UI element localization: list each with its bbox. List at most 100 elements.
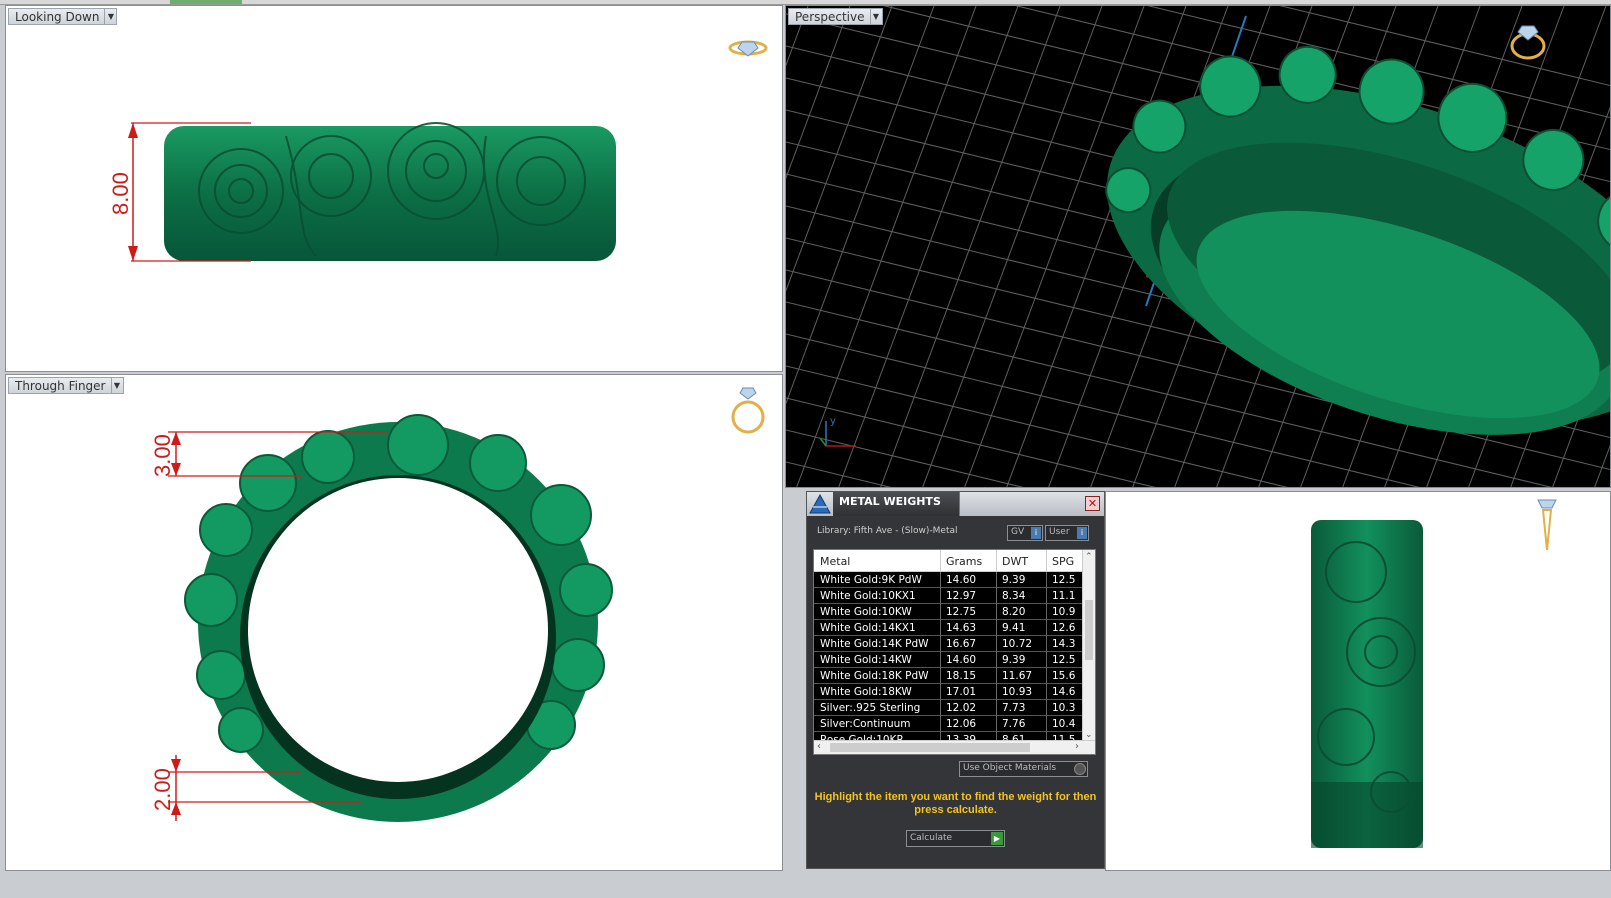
- column-header-grams[interactable]: Grams: [946, 555, 982, 568]
- dimension-label-bottom: 2.00: [150, 768, 175, 811]
- cell-grams: 12.97: [946, 590, 977, 602]
- table-row[interactable]: White Gold:14KW 14.60 9.39 12.5: [814, 652, 1084, 668]
- cell-spg: 14.3: [1052, 638, 1076, 650]
- cell-metal: White Gold:18K PdW: [820, 670, 929, 682]
- cell-spg: 14.6: [1052, 686, 1076, 698]
- scroll-down-icon[interactable]: ⌄: [1085, 730, 1093, 740]
- chevron-down-icon[interactable]: ▼: [869, 9, 882, 24]
- cell-metal: White Gold:14K PdW: [820, 638, 929, 650]
- viewport-through-finger[interactable]: Through Finger ▼ 3.00 2.00: [5, 374, 783, 871]
- cell-metal: White Gold:10KX1: [820, 590, 916, 602]
- cell-metal: White Gold:10KW: [820, 606, 912, 618]
- ring-side-icon: [1537, 499, 1557, 551]
- ring-diamond-icon: [728, 40, 768, 57]
- scroll-thumb[interactable]: [830, 743, 1030, 752]
- viewport-label-text: Through Finger: [15, 378, 106, 393]
- info-icon: i: [1031, 527, 1041, 539]
- table-rows: White Gold:9K PdW 14.60 9.39 12.5 White Gold…: [814, 572, 1084, 748]
- perspective-scene: y: [786, 6, 1610, 487]
- user-button[interactable]: User i: [1045, 525, 1089, 541]
- close-icon[interactable]: ✕: [1085, 496, 1100, 511]
- cell-metal: Silver:.925 Sterling: [820, 702, 921, 714]
- use-object-materials-toggle[interactable]: Use Object Materials: [959, 761, 1088, 777]
- chevron-down-icon[interactable]: ▼: [110, 378, 123, 393]
- ring-front-icon: [731, 387, 765, 434]
- table-row[interactable]: White Gold:10KW 12.75 8.20 10.9: [814, 604, 1084, 620]
- ring-front-view: 3.00 2.00: [150, 387, 765, 822]
- active-tab-indicator[interactable]: [170, 0, 242, 4]
- metal-weights-title: METAL WEIGHTS: [833, 492, 960, 516]
- dimension-label-top: 3.00: [150, 434, 175, 477]
- cell-grams: 12.06: [946, 718, 977, 730]
- cell-metal: White Gold:18KW: [820, 686, 912, 698]
- horizontal-scrollbar[interactable]: ‹ ›: [814, 740, 1095, 754]
- cell-grams: 12.02: [946, 702, 977, 714]
- scroll-left-icon[interactable]: ‹: [817, 741, 821, 752]
- cell-metal: White Gold:14KX1: [820, 622, 916, 634]
- cell-dwt: 7.73: [1002, 702, 1026, 714]
- viewport-side[interactable]: [1105, 491, 1611, 871]
- viewport-label[interactable]: Perspective ▼: [788, 8, 883, 25]
- table-row[interactable]: White Gold:14KX1 14.63 9.41 12.6: [814, 620, 1084, 636]
- library-label: Library: Fifth Ave - (Slow)-Metal: [817, 526, 958, 536]
- cell-dwt: 10.93: [1002, 686, 1033, 698]
- matrix-logo-icon: [809, 494, 831, 514]
- viewport-label[interactable]: Through Finger ▼: [8, 377, 124, 394]
- cell-grams: 14.60: [946, 574, 977, 586]
- axis-gizmo: y: [819, 416, 856, 447]
- table-row[interactable]: White Gold:10KX1 12.97 8.34 11.1: [814, 588, 1084, 604]
- scroll-thumb[interactable]: [1085, 600, 1093, 660]
- chevron-down-icon[interactable]: ▼: [104, 9, 116, 24]
- dimension-label: 8.00: [108, 172, 133, 215]
- app-root: Looking Down ▼ 8.00 Through Finger ▼ 3.0…: [0, 0, 1611, 898]
- calculate-button-label: Calculate: [910, 833, 953, 843]
- cell-dwt: 9.39: [1002, 654, 1026, 666]
- user-button-label: User: [1049, 527, 1070, 537]
- vertical-scrollbar[interactable]: ⌃ ⌄: [1082, 550, 1095, 754]
- viewport-label-text: Perspective: [795, 9, 865, 24]
- scroll-right-icon[interactable]: ›: [1075, 741, 1079, 752]
- column-header-spg[interactable]: SPG: [1052, 555, 1074, 568]
- viewport-label[interactable]: Looking Down ▼: [8, 8, 118, 25]
- play-icon: ▶: [991, 832, 1003, 845]
- ring-perspective-icon: [1510, 25, 1546, 60]
- calculate-button[interactable]: Calculate ▶: [906, 830, 1005, 847]
- table-row[interactable]: Silver:Continuum 12.06 7.76 10.4: [814, 716, 1084, 732]
- cell-spg: 15.6: [1052, 670, 1076, 682]
- cell-dwt: 11.67: [1002, 670, 1033, 682]
- radio-icon: [1074, 763, 1086, 775]
- cell-spg: 10.4: [1052, 718, 1076, 730]
- ring-top-view: 8.00: [108, 40, 768, 262]
- viewport-label-text: Looking Down: [15, 9, 100, 24]
- cell-spg: 12.5: [1052, 654, 1076, 666]
- use-object-materials-label: Use Object Materials: [963, 763, 1057, 773]
- viewport-perspective[interactable]: Perspective ▼ y: [785, 5, 1611, 488]
- table-row[interactable]: White Gold:18K PdW 18.15 11.67 15.6: [814, 668, 1084, 684]
- viewport-looking-down[interactable]: Looking Down ▼ 8.00: [5, 5, 783, 372]
- info-icon: i: [1077, 527, 1087, 539]
- column-header-metal[interactable]: Metal: [820, 555, 850, 568]
- gv-button[interactable]: GV i: [1007, 525, 1043, 541]
- column-header-dwt[interactable]: DWT: [1002, 555, 1028, 568]
- axis-y-label: y: [830, 416, 836, 427]
- metal-weights-titlebar: METAL WEIGHTS ✕: [807, 492, 1104, 516]
- table-row[interactable]: Silver:.925 Sterling 12.02 7.73 10.3: [814, 700, 1084, 716]
- instruction-message: Highlight the item you want to find the …: [814, 791, 1097, 816]
- cell-dwt: 8.34: [1002, 590, 1026, 602]
- ring-band-shape: [164, 126, 616, 261]
- cell-metal: Silver:Continuum: [820, 718, 911, 730]
- table-row[interactable]: White Gold:14K PdW 16.67 10.72 14.3: [814, 636, 1084, 652]
- scroll-up-icon[interactable]: ⌃: [1085, 552, 1093, 562]
- cell-spg: 10.9: [1052, 606, 1076, 618]
- cell-dwt: 7.76: [1002, 718, 1026, 730]
- cell-dwt: 8.20: [1002, 606, 1026, 618]
- cell-spg: 10.3: [1052, 702, 1076, 714]
- table-row[interactable]: White Gold:18KW 17.01 10.93 14.6: [814, 684, 1084, 700]
- cell-grams: 14.63: [946, 622, 977, 634]
- cell-grams: 17.01: [946, 686, 977, 698]
- grid-line: [786, 6, 893, 292]
- metal-weights-table[interactable]: Metal Grams DWT SPG White Gold:9K PdW 14.…: [813, 549, 1096, 755]
- table-row[interactable]: White Gold:9K PdW 14.60 9.39 12.5: [814, 572, 1084, 588]
- cell-grams: 14.60: [946, 654, 977, 666]
- ring-side-view: [1311, 499, 1557, 848]
